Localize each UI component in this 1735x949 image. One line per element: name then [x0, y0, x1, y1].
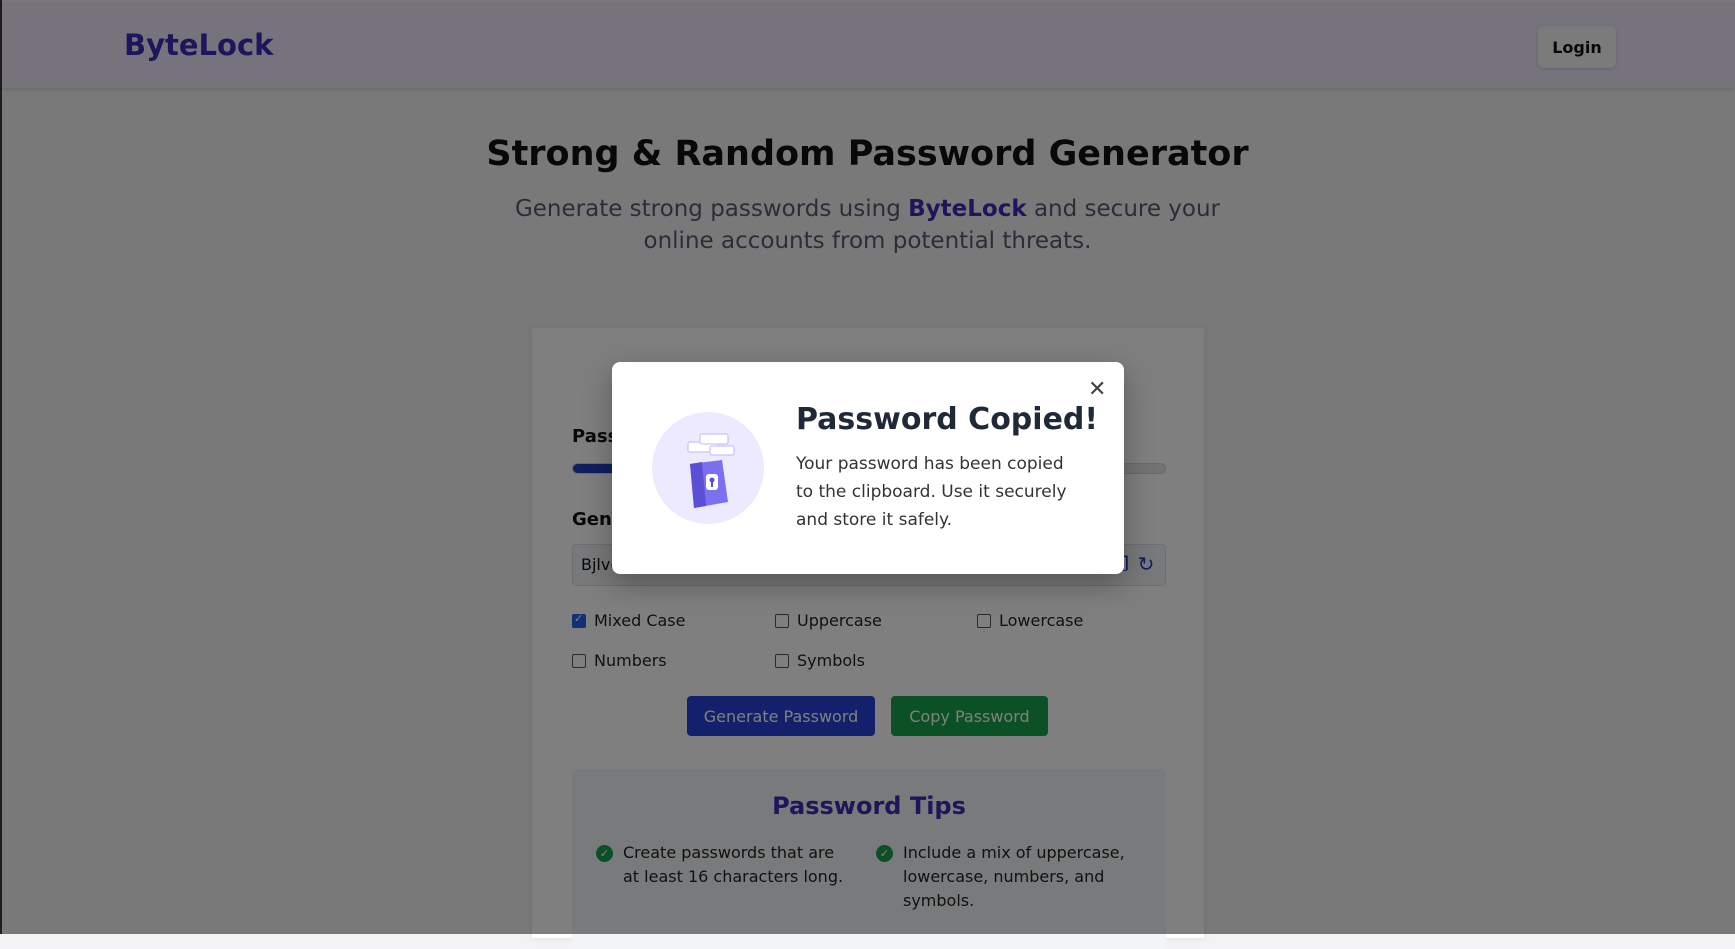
password-copied-modal: ✕ Password Copied! Your password has bee…	[612, 362, 1124, 574]
modal-title: Password Copied!	[796, 402, 1099, 437]
vault-lock-icon	[652, 412, 764, 524]
close-icon[interactable]: ✕	[1088, 376, 1106, 402]
page: ByteLock Login Strong & Random Password …	[0, 0, 1735, 949]
modal-message: Your password has been copied to the cli…	[796, 454, 1067, 530]
